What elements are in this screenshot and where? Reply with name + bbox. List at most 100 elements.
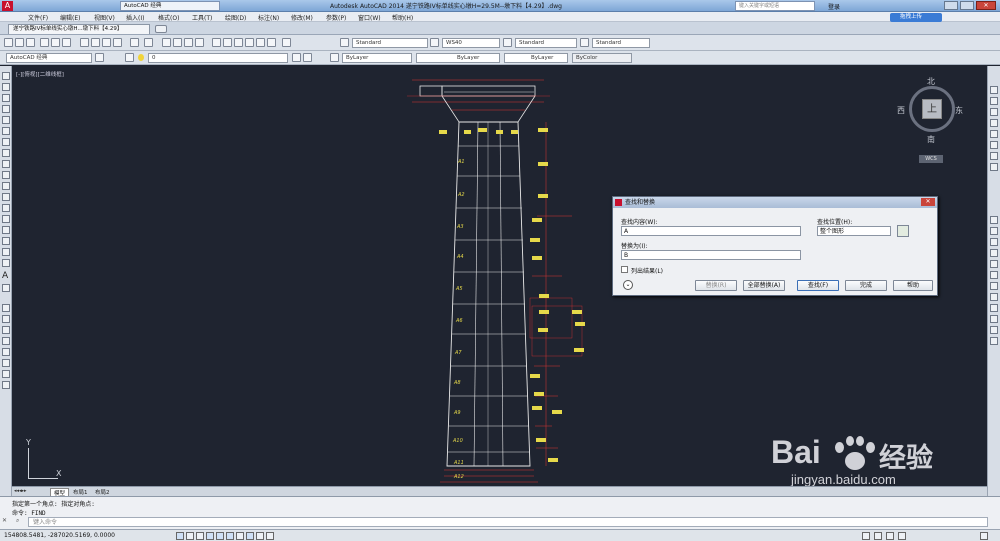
properties-icon[interactable] <box>212 38 221 47</box>
zoom-previous-icon[interactable] <box>195 38 204 47</box>
list-results-checkbox[interactable] <box>621 266 628 273</box>
polygon-icon[interactable] <box>2 105 10 113</box>
chamfer-icon[interactable] <box>990 141 998 149</box>
dim-style-select[interactable]: WS40 <box>442 38 500 48</box>
polyline-icon[interactable] <box>2 94 10 102</box>
bulb-icon[interactable] <box>138 54 144 61</box>
table-icon[interactable] <box>2 259 10 267</box>
plotstyle-select[interactable]: ByColor <box>572 53 632 63</box>
break-icon[interactable] <box>990 119 998 127</box>
dim-edit-icon[interactable] <box>990 326 998 334</box>
done-button[interactable]: 完成 <box>845 280 887 291</box>
wcs-menu[interactable]: WCS <box>919 155 943 163</box>
menu-parametric[interactable]: 参数(P) <box>326 13 346 22</box>
dim-arc-icon[interactable] <box>990 238 998 246</box>
model-space-icon[interactable] <box>862 532 870 540</box>
join-icon[interactable] <box>990 130 998 138</box>
zoom-realtime-icon[interactable] <box>173 38 182 47</box>
replace-input[interactable]: B <box>621 250 801 260</box>
tool-palettes-icon[interactable] <box>234 38 243 47</box>
menu-edit[interactable]: 编辑(E) <box>60 13 80 22</box>
color-icon[interactable] <box>330 53 339 62</box>
scale-icon[interactable] <box>2 381 10 389</box>
make-current-layer-icon[interactable] <box>292 53 301 62</box>
clean-screen-icon[interactable] <box>980 532 988 540</box>
dim-diameter-icon[interactable] <box>990 260 998 268</box>
circle-icon[interactable] <box>2 138 10 146</box>
rotate-icon[interactable] <box>2 370 10 378</box>
menu-dimension[interactable]: 标注(N) <box>258 13 279 22</box>
dialog-title-bar[interactable]: 查找和替换 ✕ <box>613 197 937 208</box>
spline-icon[interactable] <box>2 160 10 168</box>
tab-layout2[interactable]: 布局2 <box>92 488 113 496</box>
grid-display-icon[interactable] <box>186 532 194 540</box>
mleader-style-icon[interactable] <box>580 38 589 47</box>
dim-radius-icon[interactable] <box>990 249 998 257</box>
table-style-select[interactable]: Standard <box>515 38 577 48</box>
plot-icon[interactable] <box>40 38 49 47</box>
menu-draw[interactable]: 绘图(D) <box>225 13 246 22</box>
offset-icon[interactable] <box>2 337 10 345</box>
document-tab[interactable]: 遂宁铁路IV标单线实心墩H...墩下料【4.29】 <box>8 24 150 34</box>
erase-icon[interactable] <box>2 304 10 312</box>
expand-options-icon[interactable]: ⌄ <box>623 280 633 290</box>
dynamic-input-icon[interactable] <box>246 532 254 540</box>
construction-line-icon[interactable] <box>2 83 10 91</box>
text-style-select[interactable]: Standard <box>352 38 428 48</box>
calculator-icon[interactable] <box>267 38 276 47</box>
coordinates-readout[interactable]: 154808.5481, -287020.5169, 0.0000 <box>4 532 115 539</box>
menu-tools[interactable]: 工具(T) <box>192 13 212 22</box>
pan-icon[interactable] <box>162 38 171 47</box>
publish-icon[interactable] <box>62 38 71 47</box>
sheet-set-icon[interactable] <box>245 38 254 47</box>
ortho-mode-icon[interactable] <box>196 532 204 540</box>
workspace-select[interactable]: AutoCAD 经典 <box>6 53 92 63</box>
menu-file[interactable]: 文件(F) <box>28 13 48 22</box>
quick-access-workspace[interactable]: AutoCAD 经典 <box>120 1 220 11</box>
maximize-button[interactable] <box>960 1 974 10</box>
fillet-icon[interactable] <box>990 152 998 160</box>
replace-all-button[interactable]: 全部替换(A) <box>743 280 785 291</box>
center-mark-icon[interactable] <box>990 315 998 323</box>
compass-east[interactable]: 东 <box>955 105 963 116</box>
close-button[interactable]: ✕ <box>976 1 996 10</box>
cut-icon[interactable] <box>80 38 89 47</box>
tab-nav-icon[interactable]: ◂◂◂▸▸ <box>14 488 42 495</box>
dialog-close-button[interactable]: ✕ <box>921 198 935 206</box>
insert-block-icon[interactable] <box>2 193 10 201</box>
dim-baseline-icon[interactable] <box>990 282 998 290</box>
snap-tracking-icon[interactable] <box>226 532 234 540</box>
lineweight-toggle-icon[interactable] <box>256 532 264 540</box>
markup-icon[interactable] <box>256 38 265 47</box>
dim-aligned-icon[interactable] <box>990 227 998 235</box>
annotation-scale-icon[interactable] <box>874 532 882 540</box>
hatch-icon[interactable] <box>2 226 10 234</box>
quick-properties-icon[interactable] <box>266 532 274 540</box>
paste-icon[interactable] <box>102 38 111 47</box>
dim-angular-icon[interactable] <box>990 271 998 279</box>
snap-mode-icon[interactable] <box>176 532 184 540</box>
rectangle-icon[interactable] <box>2 116 10 124</box>
dim-update-icon[interactable] <box>990 337 998 345</box>
gradient-icon[interactable] <box>2 237 10 245</box>
point-icon[interactable] <box>2 215 10 223</box>
zoom-window-icon[interactable] <box>184 38 193 47</box>
move-icon[interactable] <box>2 359 10 367</box>
layer-properties-icon[interactable] <box>125 53 134 62</box>
color-select[interactable]: ByLayer <box>342 53 412 63</box>
line-icon[interactable] <box>2 72 10 80</box>
linetype-select[interactable]: ByLayer <box>416 53 500 63</box>
help-button[interactable]: 帮助 <box>893 280 933 291</box>
add-selected-icon[interactable] <box>2 284 10 292</box>
cloud-upload-button[interactable]: 拖拽上传 <box>890 13 942 22</box>
ellipse-arc-icon[interactable] <box>2 182 10 190</box>
revcloud-icon[interactable] <box>2 149 10 157</box>
app-logo-icon[interactable]: A <box>2 1 13 11</box>
mleader-style-select[interactable]: Standard <box>592 38 650 48</box>
save-icon[interactable] <box>26 38 35 47</box>
mtext-icon[interactable]: A <box>2 271 8 281</box>
copy-object-icon[interactable] <box>2 315 10 323</box>
dim-continue-icon[interactable] <box>990 293 998 301</box>
tolerance-icon[interactable] <box>990 304 998 312</box>
mirror-icon[interactable] <box>2 326 10 334</box>
